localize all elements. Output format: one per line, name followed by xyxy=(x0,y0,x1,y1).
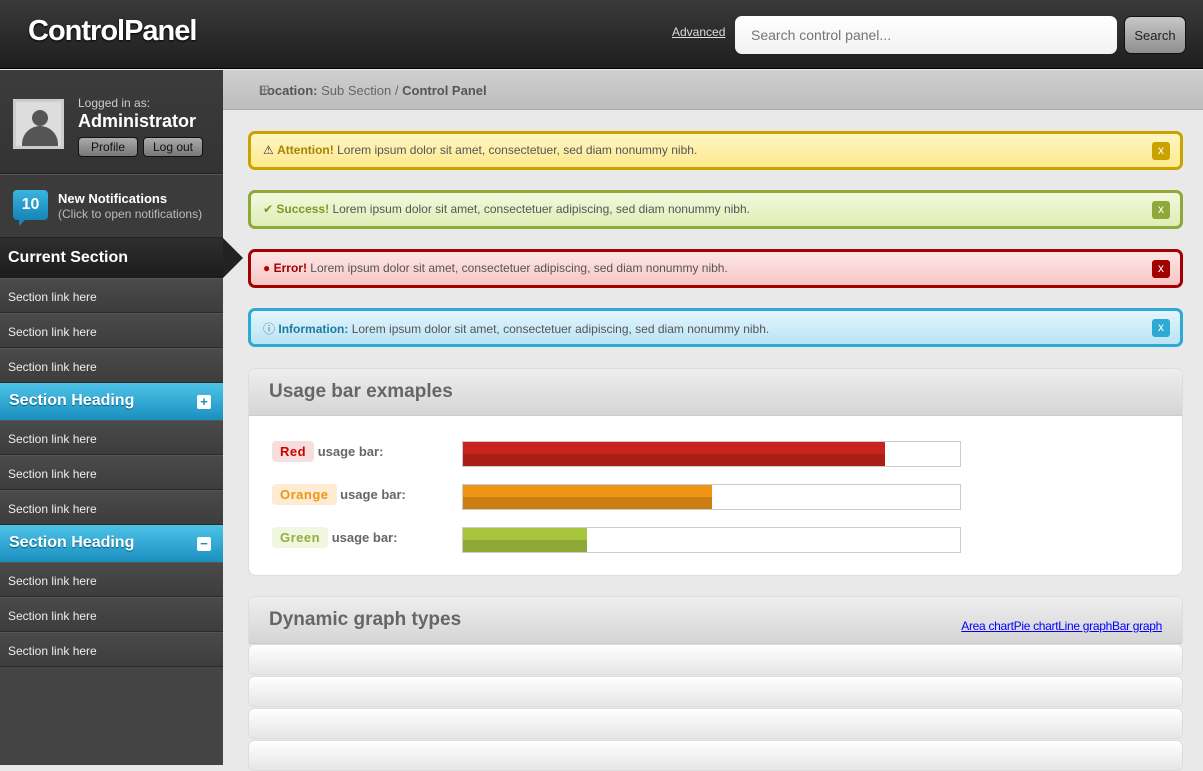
logo[interactable]: ControlPanel xyxy=(28,15,197,48)
notifications-subtitle: (Click to open notifications) xyxy=(58,207,203,221)
sidebar-link[interactable]: Section link here xyxy=(0,420,223,455)
notifications-title: New Notifications xyxy=(58,191,168,206)
search-input[interactable] xyxy=(735,16,1117,54)
collapse-icon[interactable]: − xyxy=(197,537,211,551)
info-icon: ⓘ xyxy=(263,322,276,336)
graph-row xyxy=(248,740,1183,771)
check-icon: ✔ xyxy=(263,202,274,216)
error-alert: ● Error! Lorem ipsum dolor sit amet, con… xyxy=(248,249,1183,288)
sidebar-link[interactable]: Section link here xyxy=(0,348,223,383)
usage-bar-fill xyxy=(463,442,886,466)
graph-type-links[interactable]: Area chartPie chartLine graphBar graph xyxy=(961,619,1162,633)
success-alert: ✔ Success! Lorem ipsum dolor sit amet, c… xyxy=(248,190,1183,229)
usage-bar xyxy=(462,441,961,467)
usage-bar-fill xyxy=(463,485,712,509)
usage-row-orange: Orange usage bar: xyxy=(272,484,961,510)
close-icon[interactable]: x xyxy=(1152,260,1170,278)
usage-label: usage bar: xyxy=(317,444,384,459)
current-section[interactable]: Current Section xyxy=(0,238,243,278)
close-icon[interactable]: x xyxy=(1152,319,1170,337)
alert-title: Error! xyxy=(273,261,307,275)
close-icon[interactable]: x xyxy=(1152,142,1170,160)
sidebar-link[interactable]: Section link here xyxy=(0,632,223,667)
section-heading-1[interactable]: Section Heading + xyxy=(0,383,223,420)
section-heading-2[interactable]: Section Heading − xyxy=(0,525,223,562)
notifications[interactable]: 10 New Notifications (Click to open noti… xyxy=(0,174,223,238)
usage-tag: Orange xyxy=(272,484,337,505)
warning-icon: ⚠ xyxy=(263,143,274,157)
section-heading-label: Section Heading xyxy=(9,534,135,551)
usage-bar xyxy=(462,484,961,510)
alert-title: Attention! xyxy=(277,143,334,157)
usage-label: usage bar: xyxy=(340,487,406,502)
graph-row xyxy=(248,708,1183,739)
close-icon[interactable]: x xyxy=(1152,201,1170,219)
logout-button[interactable]: Log out xyxy=(143,137,203,157)
graph-row xyxy=(248,676,1183,707)
alert-title: Information: xyxy=(278,322,349,336)
alert-text: Lorem ipsum dolor sit amet, consectetuer… xyxy=(337,143,698,157)
avatar xyxy=(13,99,64,149)
username: Administrator xyxy=(78,111,197,131)
usage-tag: Green xyxy=(272,527,329,548)
attention-alert: ⚠ Attention! Lorem ipsum dolor sit amet,… xyxy=(248,131,1183,170)
header: ControlPanel Advanced Search xyxy=(0,0,1203,69)
sidebar-link[interactable]: Section link here xyxy=(0,455,223,490)
usage-bar xyxy=(462,527,961,553)
breadcrumb-current: Control Panel xyxy=(402,83,487,98)
alert-title: Success! xyxy=(276,202,330,216)
usage-tag: Red xyxy=(272,441,315,462)
breadcrumb: ⊞ Location: Sub Section / Control Panel xyxy=(223,70,1203,110)
logged-in-label: Logged in as: xyxy=(78,96,151,110)
section-heading-label: Section Heading xyxy=(9,392,135,409)
graph-row xyxy=(248,644,1183,675)
alert-text: Lorem ipsum dolor sit amet, consectetuer… xyxy=(310,261,728,275)
alert-text: Lorem ipsum dolor sit amet, consectetuer… xyxy=(332,202,750,216)
sidebar-link[interactable]: Section link here xyxy=(0,562,223,597)
usage-bar-fill xyxy=(463,528,588,552)
graph-panel: Dynamic graph types Area chartPie chartL… xyxy=(248,596,1183,644)
sidebar-link[interactable]: Section link here xyxy=(0,313,223,348)
usage-bar-panel: Usage bar exmaples Red usage bar: Orange… xyxy=(248,368,1183,576)
sidebar-link[interactable]: Section link here xyxy=(0,278,223,313)
usage-row-red: Red usage bar: xyxy=(272,441,961,467)
usage-label: usage bar: xyxy=(331,530,398,545)
info-alert: ⓘ Information: Lorem ipsum dolor sit ame… xyxy=(248,308,1183,347)
panel-title: Usage bar exmaples xyxy=(249,369,1182,416)
search-button[interactable]: Search xyxy=(1124,16,1186,54)
alert-text: Lorem ipsum dolor sit amet, consectetuer… xyxy=(351,322,770,336)
graph-panel-title: Dynamic graph types xyxy=(269,609,462,630)
sidebar-link[interactable]: Section link here xyxy=(0,490,223,525)
advanced-search-link[interactable]: Advanced xyxy=(672,25,725,39)
user-panel: Logged in as: Administrator Profile Log … xyxy=(0,70,223,174)
error-icon: ● xyxy=(263,261,271,275)
breadcrumb-sub-section[interactable]: Sub Section xyxy=(321,83,391,98)
usage-row-green: Green usage bar: xyxy=(272,527,961,553)
breadcrumb-separator: / xyxy=(394,83,399,98)
sitemap-icon: ⊞ xyxy=(259,82,270,97)
profile-button[interactable]: Profile xyxy=(78,137,138,157)
panel-title: Dynamic graph types Area chartPie chartL… xyxy=(249,597,1182,644)
notification-count-badge: 10 xyxy=(13,190,48,226)
expand-icon[interactable]: + xyxy=(197,395,211,409)
sidebar-link[interactable]: Section link here xyxy=(0,597,223,632)
sidebar: Logged in as: Administrator Profile Log … xyxy=(0,70,243,765)
